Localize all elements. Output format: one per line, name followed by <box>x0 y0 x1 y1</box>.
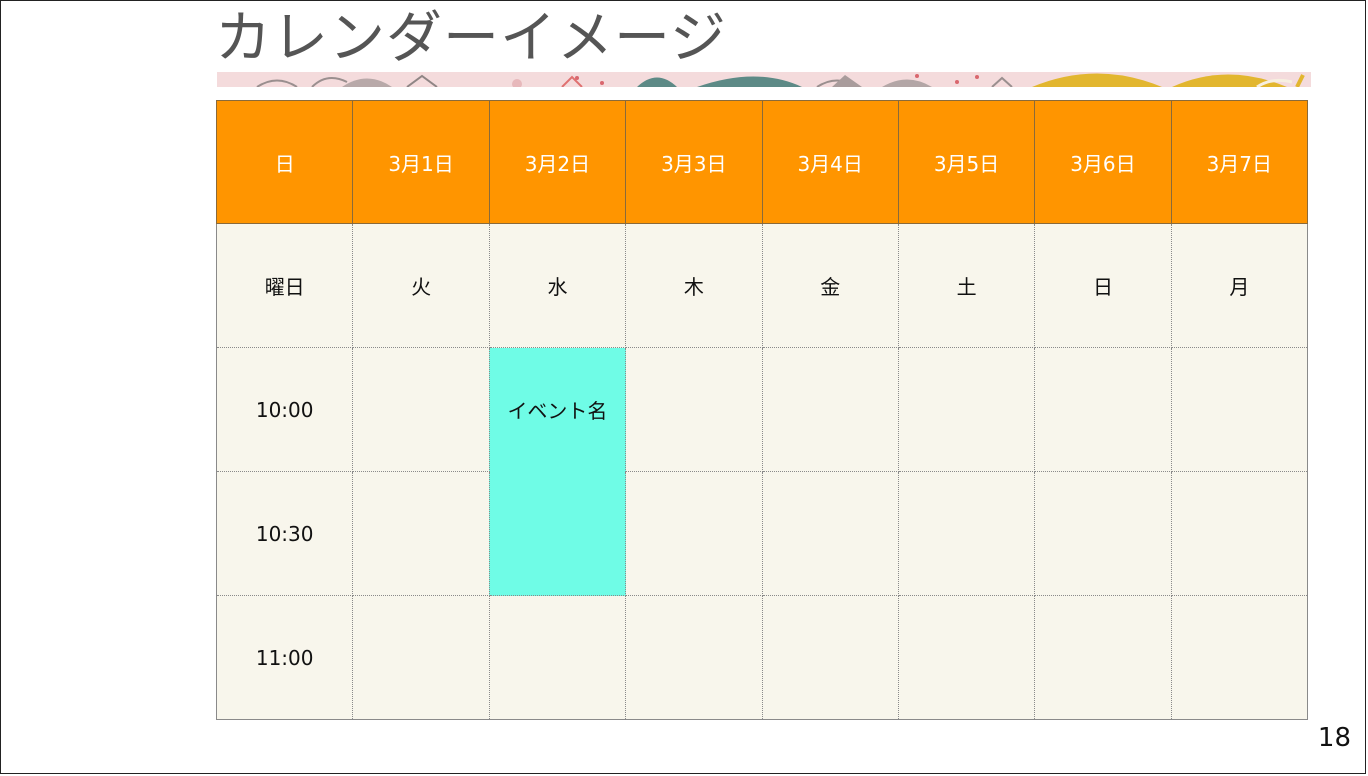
time-slot-cell[interactable] <box>1034 347 1172 472</box>
date-header-row: 日 3月1日 3月2日 3月3日 3月4日 3月5日 3月6日 3月7日 <box>215 100 1309 224</box>
slide: カレンダーイメージ 日 3月1日 3月2日 3月3日 3月4日 3月5日 3月6… <box>0 0 1366 774</box>
weekday-cell: 金 <box>761 223 899 348</box>
weekday-cell: 土 <box>897 223 1036 348</box>
time-slot-cell[interactable] <box>761 347 899 472</box>
time-slot-cell[interactable] <box>897 595 1036 720</box>
time-slot-cell[interactable] <box>1170 347 1309 472</box>
time-slot-cell[interactable] <box>488 595 627 720</box>
weekday-row: 曜日 火 水 木 金 土 日 月 <box>215 223 1309 348</box>
event-block[interactable]: イベント名 <box>488 347 627 472</box>
time-row-1030: 10:30 <box>215 471 1309 596</box>
weekday-cell: 木 <box>625 223 763 348</box>
time-slot-cell[interactable] <box>761 595 899 720</box>
weekday-cell: 月 <box>1170 223 1309 348</box>
time-slot-cell[interactable] <box>897 471 1036 596</box>
time-slot-cell[interactable] <box>625 595 763 720</box>
header-cell-date[interactable]: 3月6日 <box>1034 100 1172 224</box>
time-slot-cell[interactable] <box>1034 471 1172 596</box>
time-slot-cell[interactable] <box>1034 595 1172 720</box>
weekday-cell: 火 <box>352 223 490 348</box>
time-row-1100: 11:00 <box>215 595 1309 720</box>
header-cell-date[interactable]: 3月7日 <box>1170 100 1309 224</box>
slide-title: カレンダーイメージ <box>215 6 727 71</box>
time-slot-cell[interactable] <box>1170 471 1309 596</box>
time-slot-cell[interactable] <box>625 471 763 596</box>
header-cell-date[interactable]: 3月3日 <box>625 100 763 224</box>
time-row-1000: 10:00 イベント名 <box>215 347 1309 472</box>
weekday-cell: 日 <box>1034 223 1172 348</box>
time-label: 11:00 <box>215 595 354 720</box>
weekday-label: 曜日 <box>215 223 354 348</box>
header-cell-date[interactable]: 3月2日 <box>488 100 627 224</box>
time-label: 10:30 <box>215 471 354 596</box>
time-slot-cell[interactable] <box>352 471 490 596</box>
header-cell-date[interactable]: 3月4日 <box>761 100 899 224</box>
time-slot-cell[interactable] <box>761 471 899 596</box>
page-number: 18 <box>1317 723 1351 753</box>
time-slot-cell[interactable] <box>1170 595 1309 720</box>
time-label: 10:00 <box>215 347 354 472</box>
time-slot-cell[interactable] <box>625 347 763 472</box>
header-cell-date[interactable]: 3月1日 <box>352 100 490 224</box>
floral-pattern-icon <box>217 72 1311 87</box>
calendar-table: 日 3月1日 3月2日 3月3日 3月4日 3月5日 3月6日 3月7日 曜日 … <box>215 100 1309 720</box>
decorative-banner <box>217 72 1311 87</box>
event-block-continuation[interactable] <box>488 471 627 596</box>
time-slot-cell[interactable] <box>352 347 490 472</box>
time-slot-cell[interactable] <box>352 595 490 720</box>
header-cell-label: 日 <box>215 100 354 224</box>
time-slot-cell[interactable] <box>897 347 1036 472</box>
weekday-cell: 水 <box>488 223 627 348</box>
header-cell-date[interactable]: 3月5日 <box>897 100 1036 224</box>
